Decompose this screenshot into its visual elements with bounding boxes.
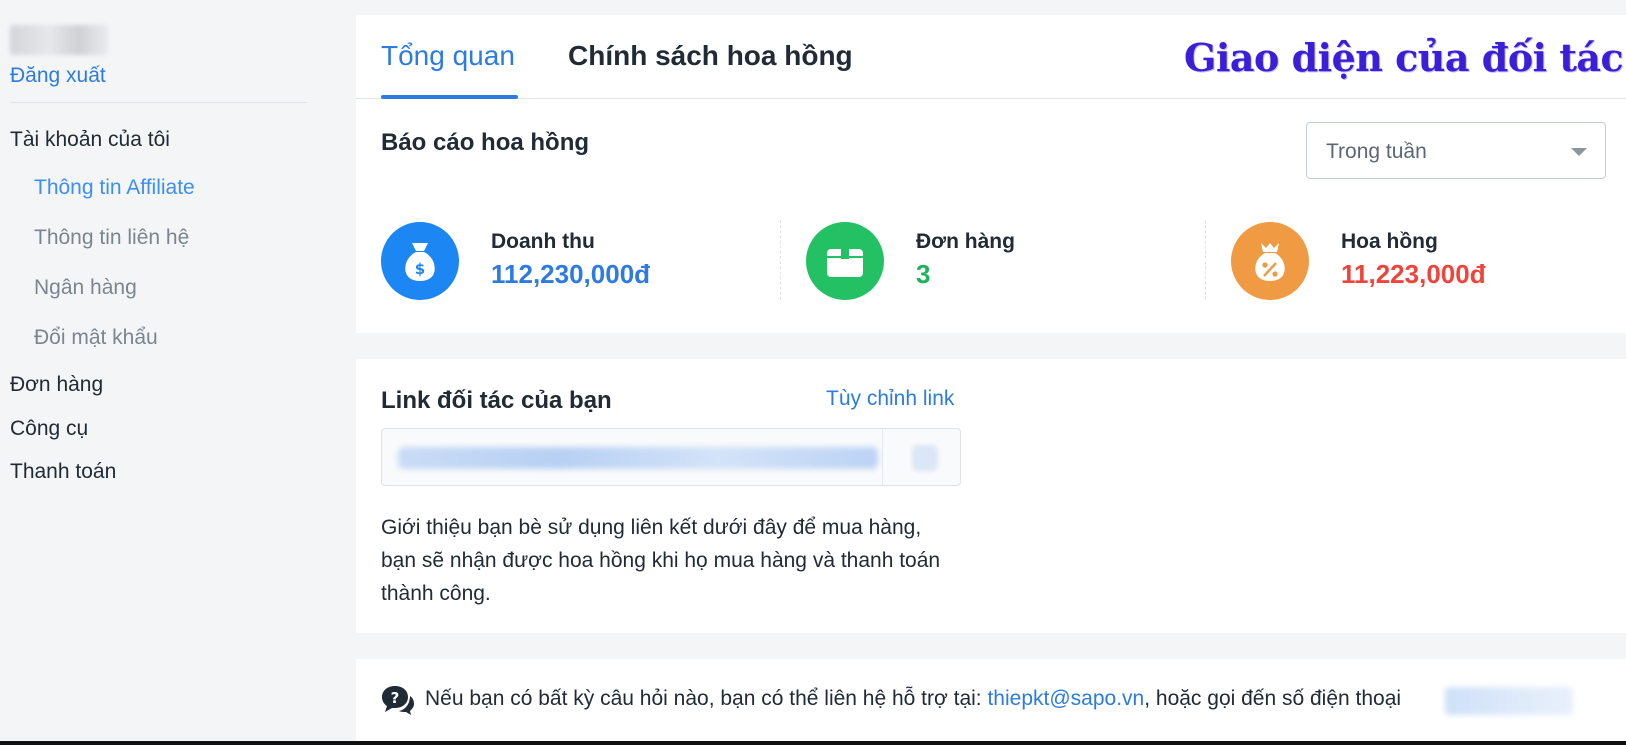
copy-icon[interactable] (912, 445, 938, 471)
period-select[interactable]: Trong tuần (1306, 122, 1606, 179)
partner-link-url-blurred (398, 447, 878, 469)
phone-number-blurred (1445, 687, 1573, 715)
stat-revenue: $ Doanh thu 112,230,000đ (381, 222, 781, 302)
sidebar-item-my-account[interactable]: Tài khoản của tôi (10, 128, 170, 152)
sidebar-item-tools[interactable]: Công cụ (10, 417, 88, 441)
discount-bag-icon (1231, 222, 1309, 300)
user-name-blurred (10, 25, 108, 55)
copy-separator (882, 429, 883, 485)
sidebar-subitem-bank[interactable]: Ngân hàng (34, 276, 137, 300)
sidebar: Đăng xuất Tài khoản của tôi Thông tin Af… (0, 0, 330, 745)
chevron-down-icon (1571, 148, 1587, 156)
stat-separator (1205, 220, 1206, 300)
commission-report-title: Báo cáo hoa hồng (381, 129, 590, 156)
sidebar-subitem-affiliate-info[interactable]: Thông tin Affiliate (34, 176, 195, 200)
stat-orders-value: 3 (916, 259, 931, 289)
stat-orders-label: Đơn hàng (916, 230, 1015, 253)
partner-link-intro: Giới thiệu bạn bè sử dụng liên kết dưới … (381, 516, 941, 605)
help-text: Nếu bạn có bất kỳ câu hỏi nào, bạn có th… (425, 687, 1401, 711)
partner-link-title: Link đối tác của bạn (381, 387, 612, 414)
stat-revenue-label: Doanh thu (491, 230, 595, 253)
partner-link-card: Link đối tác của bạn Tùy chỉnh link Giới… (356, 359, 1626, 633)
svg-text:?: ? (391, 689, 400, 707)
svg-text:$: $ (415, 260, 425, 278)
tab-overview[interactable]: Tổng quan (381, 40, 515, 72)
window-bottom-border (0, 741, 1626, 745)
stat-commission-label: Hoa hồng (1341, 230, 1438, 253)
stat-orders: Đơn hàng 3 (806, 222, 1206, 302)
help-text-after: , hoặc gọi đến số điện thoại (1144, 687, 1402, 710)
stat-commission: Hoa hồng 11,223,000đ (1231, 222, 1626, 302)
money-bag-icon: $ (381, 222, 459, 300)
question-chat-icon: ? (382, 686, 414, 715)
stat-separator (780, 220, 781, 300)
sidebar-subitem-change-password[interactable]: Đổi mật khẩu (34, 326, 158, 350)
sidebar-item-payments[interactable]: Thanh toán (10, 460, 116, 484)
support-email-link[interactable]: thiepkt@sapo.vn (987, 687, 1144, 710)
partner-interface-caption: Giao diện của đối tác (1184, 35, 1624, 80)
stat-commission-value: 11,223,000đ (1341, 259, 1486, 289)
partner-link-field[interactable] (381, 428, 961, 486)
tab-commission-policy[interactable]: Chính sách hoa hồng (568, 40, 853, 72)
active-tab-indicator (381, 95, 518, 99)
sidebar-subitem-contact-info[interactable]: Thông tin liên hệ (34, 226, 189, 250)
overview-card: Tổng quan Chính sách hoa hồng Giao diện … (356, 15, 1626, 333)
tab-bar: Tổng quan Chính sách hoa hồng Giao diện … (356, 15, 1626, 99)
help-text-before: Nếu bạn có bất kỳ câu hỏi nào, bạn có th… (425, 687, 988, 710)
sidebar-item-orders[interactable]: Đơn hàng (10, 373, 103, 397)
box-icon (806, 222, 884, 300)
help-card: ? Nếu bạn có bất kỳ câu hỏi nào, bạn có … (356, 659, 1626, 741)
sidebar-divider (10, 102, 307, 103)
period-select-value: Trong tuần (1326, 140, 1427, 163)
stat-revenue-value: 112,230,000đ (491, 259, 651, 289)
logout-link[interactable]: Đăng xuất (10, 64, 106, 88)
customize-link-button[interactable]: Tùy chỉnh link (826, 387, 954, 411)
